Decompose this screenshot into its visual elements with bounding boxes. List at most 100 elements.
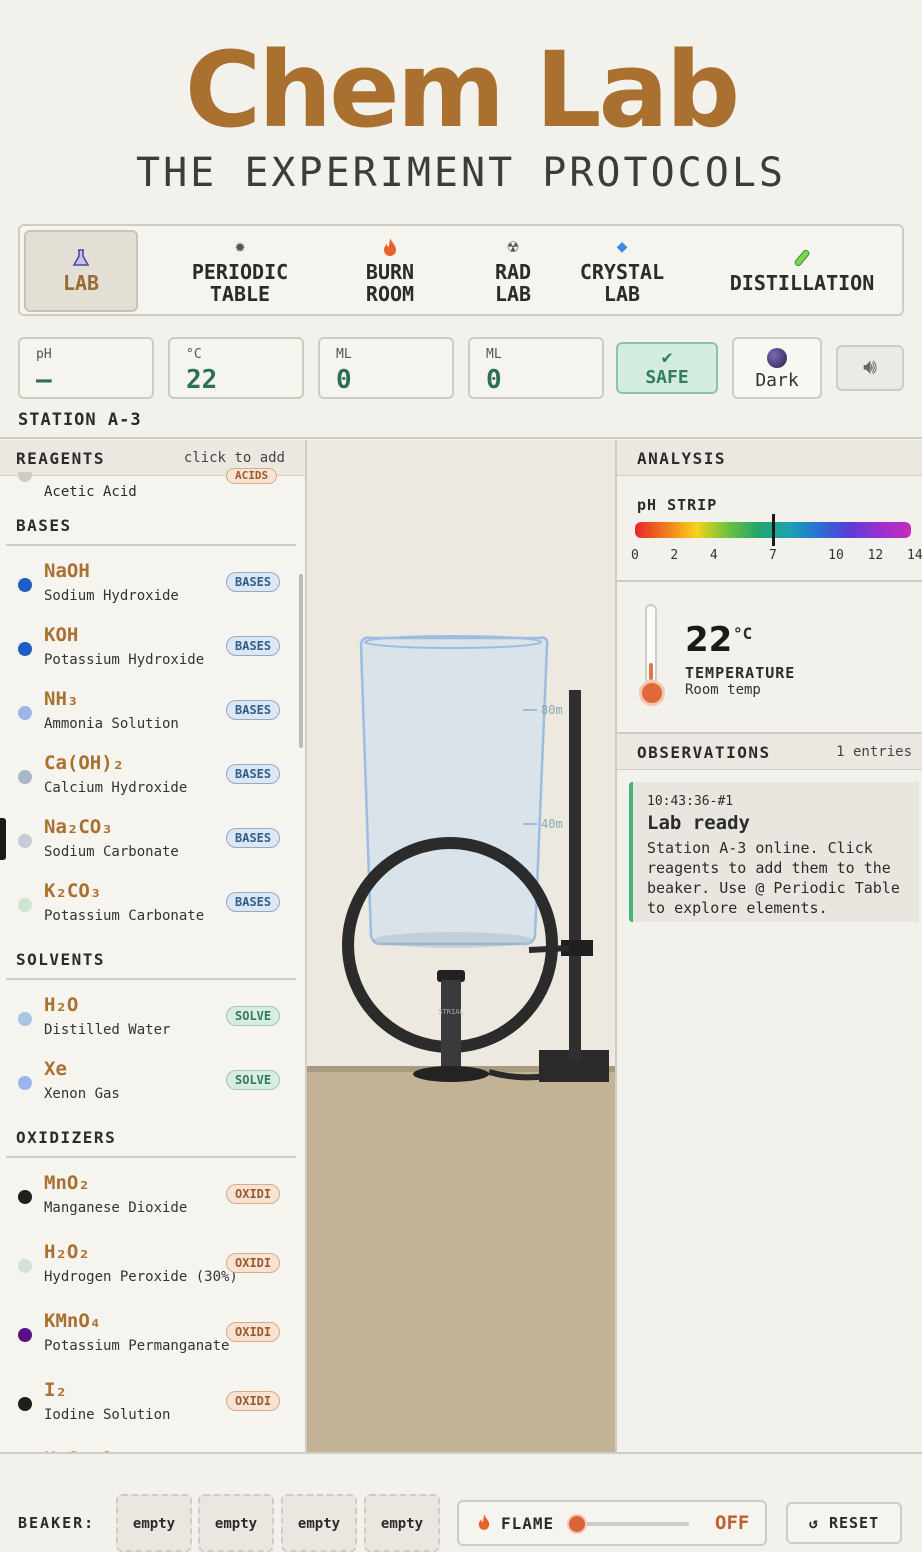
- beaker-slot[interactable]: empty: [198, 1494, 274, 1552]
- bunsen-burner: STRIAL: [413, 970, 548, 1082]
- side-handle[interactable]: [0, 818, 6, 860]
- reagent-item[interactable]: H₂O Distilled Water SOLVE: [0, 994, 300, 1050]
- theme-toggle-label: Dark: [755, 370, 799, 391]
- reagent-item[interactable]: KOH Potassium Hydroxide BASES: [0, 624, 300, 680]
- tab-distillation[interactable]: DISTILLATION: [712, 230, 892, 312]
- ph-tick-label: 14: [907, 548, 922, 563]
- theme-toggle-button[interactable]: Dark: [732, 337, 822, 399]
- reagents-scrollbar[interactable]: [299, 574, 303, 748]
- reagent-formula: K₂CO₃: [44, 880, 102, 902]
- ph-tick-label: 2: [670, 548, 679, 563]
- observations-header: OBSERVATIONS 1 entries: [617, 734, 922, 770]
- bottom-toolbar: BEAKER: empty empty empty empty FLAME OF…: [0, 1454, 922, 1552]
- tab-label: RAD LAB: [494, 260, 532, 306]
- sound-toggle-button[interactable]: 🔊︎: [836, 345, 904, 391]
- reagent-item[interactable]: NH₃ Ammonia Solution BASES: [0, 688, 300, 744]
- category-badge: BASES: [226, 828, 281, 848]
- station-label: STATION A-3: [18, 410, 142, 430]
- beaker-slot[interactable]: empty: [364, 1494, 440, 1552]
- reagent-item[interactable]: I₂ Iodine Solution OXIDI: [0, 1379, 300, 1435]
- category-badge: OXIDI: [226, 1322, 281, 1342]
- beaker-slot[interactable]: empty: [281, 1494, 357, 1552]
- reagent-item[interactable]: K₂CO₃ Potassium Carbonate BASES: [0, 880, 300, 936]
- flask-icon: [71, 248, 91, 268]
- reagent-item[interactable]: MnO₂ Manganese Dioxide OXIDI: [0, 1172, 300, 1228]
- check-icon: ✔: [661, 347, 673, 368]
- flame-slider-track[interactable]: [571, 1522, 689, 1526]
- reagent-formula: Na₂CO₃: [44, 816, 113, 838]
- category-badge: BASES: [226, 764, 281, 784]
- reagent-name: Potassium Hydroxide: [44, 652, 205, 668]
- temp-label: °C: [186, 347, 202, 362]
- reagent-name: Calcium Hydroxide: [44, 780, 188, 796]
- reagent-formula: I₂: [44, 1379, 67, 1401]
- reagent-formula: Ca(OH)₂: [44, 752, 125, 774]
- reagent-formula: Xe: [44, 1058, 67, 1080]
- temperature-value: 22: [685, 620, 733, 660]
- temperature-label: TEMPERATURE: [685, 664, 796, 682]
- ph-strip-card: pH STRIP 0 2 4 7 10 12 14: [617, 476, 922, 582]
- reagent-name: Distilled Water: [44, 1022, 171, 1038]
- tab-burn-room[interactable]: BURN ROOM: [330, 230, 450, 312]
- volume-value: 0: [336, 365, 352, 395]
- observation-timestamp: 10:43:36-#1: [647, 794, 734, 809]
- reagent-dot: [18, 472, 32, 482]
- ph-readout: pH —: [18, 337, 154, 399]
- ph-tick-label: 10: [828, 548, 844, 563]
- reagent-name: Iodine Solution: [44, 1407, 171, 1423]
- safety-status-badge: ✔ SAFE: [616, 342, 718, 394]
- reagent-name: Xenon Gas: [44, 1086, 120, 1102]
- reagent-name: Potassium Permanganate: [44, 1338, 230, 1354]
- volume-label: ML: [336, 347, 352, 362]
- category-badge: OXIDI: [226, 1391, 281, 1411]
- reagent-name: Ammonia Solution: [44, 716, 179, 732]
- divider: [0, 437, 922, 439]
- reagent-item[interactable]: H₂O₂ Hydrogen Peroxide (30%) OXIDI: [0, 1241, 300, 1297]
- speaker-icon: 🔊︎: [863, 355, 877, 380]
- ph-marker: [772, 514, 775, 546]
- section-divider: [6, 978, 296, 980]
- temperature-unit: °C: [733, 624, 753, 643]
- flame-slider-knob[interactable]: [567, 1514, 587, 1534]
- reagent-name: Potassium Carbonate: [44, 908, 205, 924]
- radiation-icon: ☢: [507, 236, 519, 257]
- analysis-panel: ANALYSIS pH STRIP 0 2 4 7 10 12 14 22 °C TEMPE…: [615, 440, 922, 1452]
- reagent-item[interactable]: Xe Xenon Gas SOLVE: [0, 1058, 300, 1114]
- reagent-color-dot: [18, 1328, 32, 1342]
- fire-icon: [477, 1513, 491, 1535]
- reagent-item[interactable]: Na₂CO₃ Sodium Carbonate BASES: [0, 816, 300, 872]
- ph-tick-label: 12: [867, 548, 884, 563]
- reagents-hint: click to add: [183, 450, 285, 466]
- reagent-item[interactable]: KMnO₄ Potassium Permanganate OXIDI: [0, 1310, 300, 1366]
- tab-lab[interactable]: LAB: [24, 230, 138, 312]
- reagent-formula: KMnO₄: [44, 1310, 102, 1332]
- category-badge: SOLVE: [226, 1070, 281, 1090]
- reagents-title: REAGENTS: [16, 449, 106, 468]
- reset-button[interactable]: ↺ RESET: [786, 1502, 902, 1544]
- category-badge: OXIDI: [226, 1184, 281, 1204]
- reagent-name: Sodium Hydroxide: [44, 588, 179, 604]
- category-badge: ACIDS: [226, 468, 278, 484]
- test-tube-icon: [791, 248, 813, 268]
- beaker-slot[interactable]: empty: [116, 1494, 192, 1552]
- category-badge: BASES: [226, 892, 281, 912]
- observation-title: Lab ready: [647, 812, 750, 834]
- flame-state: OFF: [715, 1512, 750, 1534]
- ph-tick-label: 0: [631, 548, 639, 563]
- reagent-item[interactable]: Ca(OH)₂ Calcium Hydroxide BASES: [0, 752, 300, 808]
- reagent-item[interactable]: NaOH Sodium Hydroxide BASES: [0, 560, 300, 616]
- tab-periodic-table[interactable]: ✹ PERIODIC TABLE: [170, 230, 310, 312]
- tab-label: BURN ROOM: [365, 260, 415, 306]
- category-badge: BASES: [226, 572, 281, 592]
- ph-tick-label: 7: [769, 548, 777, 563]
- tab-rad-lab[interactable]: ☢ RAD LAB: [464, 230, 562, 312]
- ph-label: pH: [36, 347, 52, 362]
- tab-crystal-lab[interactable]: ◆ CRYSTAL LAB: [568, 230, 676, 312]
- reagent-color-dot: [18, 834, 32, 848]
- tab-label: PERIODIC TABLE: [191, 260, 289, 306]
- thermometer-bulb: [639, 680, 665, 706]
- reagent-item-partial[interactable]: Acetic Acid ACIDS: [0, 468, 300, 506]
- section-divider: [6, 544, 296, 546]
- volume-value: 0: [486, 365, 502, 395]
- category-badge: OXIDI: [226, 1253, 281, 1273]
